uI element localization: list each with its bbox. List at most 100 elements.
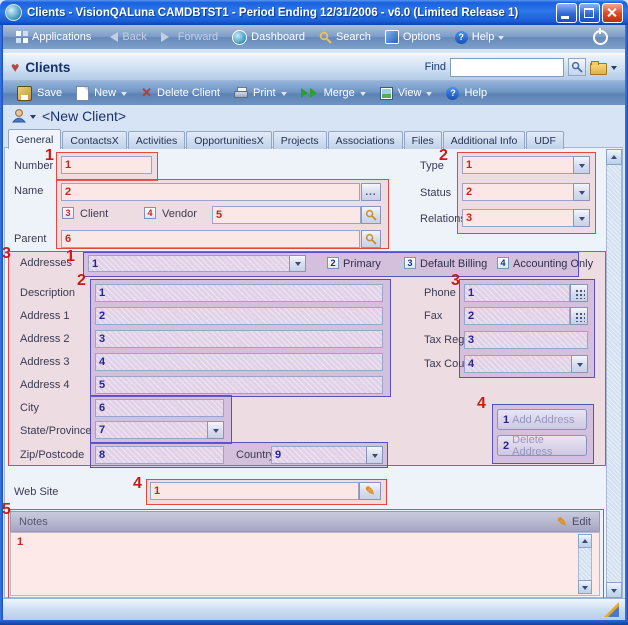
help-button[interactable]: ? Help — [440, 85, 493, 102]
type-dropdown-button[interactable] — [573, 156, 590, 174]
folder-icon[interactable] — [590, 63, 607, 75]
delete-address-button[interactable]: 2 Delete Address — [497, 435, 587, 456]
tab-files[interactable]: Files — [404, 131, 442, 149]
maximize-button[interactable] — [579, 3, 600, 23]
relationship-dropdown[interactable]: 3 — [462, 209, 590, 227]
address2-label: Address 2 — [20, 333, 70, 345]
zip-field[interactable]: 8 — [95, 446, 224, 464]
status-dropdown[interactable]: 2 — [462, 183, 590, 201]
fax-field[interactable]: 2 — [464, 307, 570, 325]
resize-grip-icon[interactable] — [604, 602, 619, 617]
add-address-button[interactable]: 1 Add Address — [497, 409, 587, 430]
search-icon — [319, 31, 332, 44]
view-button[interactable]: View — [374, 85, 439, 102]
app-icon — [5, 4, 22, 21]
name-field[interactable]: 2 — [61, 183, 360, 201]
close-button[interactable] — [602, 3, 623, 23]
parent-lookup-button[interactable] — [361, 230, 381, 248]
client-checkbox[interactable]: 3 — [62, 207, 74, 219]
save-icon — [17, 86, 32, 101]
save-button[interactable]: Save — [11, 84, 68, 103]
main-scroll-up-button[interactable] — [606, 149, 622, 165]
address1-label: Address 1 — [20, 310, 70, 322]
chevron-down-icon — [360, 92, 366, 99]
website-field[interactable]: 1 — [150, 482, 359, 500]
menu-power[interactable] — [586, 28, 619, 47]
pencil-icon: ✎ — [365, 486, 375, 496]
menu-help[interactable]: ? Help — [448, 29, 512, 46]
tab-associations[interactable]: Associations — [328, 131, 403, 149]
browse-ellipsis-button[interactable]: ... — [361, 183, 381, 201]
find-input[interactable] — [450, 58, 564, 77]
accounting-only-checkbox[interactable]: 4 — [497, 257, 509, 269]
tab-udf[interactable]: UDF — [526, 131, 564, 149]
relationship-dropdown-button[interactable] — [573, 209, 590, 227]
record-dropdown-icon[interactable] — [30, 115, 36, 122]
address2-field[interactable]: 3 — [95, 330, 383, 348]
default-billing-checkbox[interactable]: 3 — [404, 257, 416, 269]
tab-opportunitiesx[interactable]: OpportunitiesX — [186, 131, 271, 149]
address1-field[interactable]: 2 — [95, 307, 383, 325]
notes-scroll-down-button[interactable] — [578, 580, 592, 594]
tab-additional-info[interactable]: Additional Info — [443, 131, 526, 149]
record-title: <New Client> — [42, 108, 126, 124]
phone-dialer-button[interactable] — [570, 284, 588, 302]
tab-projects[interactable]: Projects — [273, 131, 327, 149]
menu-options[interactable]: Options — [378, 28, 448, 46]
phone-field[interactable]: 1 — [464, 284, 570, 302]
description-field[interactable]: 1 — [95, 284, 383, 302]
chevron-down-icon — [213, 429, 219, 436]
notes-edit-button[interactable]: ✎ Edit — [557, 516, 591, 528]
status-dropdown-button[interactable] — [573, 183, 590, 201]
taxreg-field[interactable]: 3 — [464, 331, 588, 349]
address-selector-dropdown-button[interactable] — [289, 255, 306, 272]
name-label: Name — [14, 185, 43, 197]
client-search-field[interactable]: 5 — [212, 206, 361, 224]
lookup-button[interactable] — [361, 206, 381, 224]
address4-field[interactable]: 5 — [95, 376, 383, 394]
fax-dialer-button[interactable] — [570, 307, 588, 325]
number-field[interactable]: 1 — [61, 156, 152, 174]
toolbar: Save New ✕ Delete Client Print Merge Vie… — [3, 81, 625, 105]
taxcountry-dropdown[interactable]: 4 — [464, 355, 588, 373]
tab-activities[interactable]: Activities — [128, 131, 185, 149]
print-button[interactable]: Print — [228, 85, 293, 101]
merge-button[interactable]: Merge — [295, 85, 372, 101]
state-dropdown[interactable]: 7 — [95, 421, 224, 439]
menu-search[interactable]: Search — [312, 29, 378, 46]
primary-checkbox[interactable]: 2 — [327, 257, 339, 269]
tab-contactsx[interactable]: ContactsX — [62, 131, 126, 149]
parent-field[interactable]: 6 — [61, 230, 360, 248]
main-scrollbar[interactable] — [606, 149, 622, 598]
vendor-checkbox[interactable]: 4 — [144, 207, 156, 219]
taxcountry-dropdown-button[interactable] — [571, 355, 588, 373]
address3-field[interactable]: 4 — [95, 353, 383, 371]
default-billing-label: Default Billing — [420, 258, 487, 270]
menu-applications[interactable]: Applications — [9, 29, 98, 45]
address-selector-dropdown[interactable]: 1 — [88, 255, 306, 272]
city-field[interactable]: 6 — [95, 399, 224, 417]
new-button[interactable]: New — [70, 84, 133, 103]
website-edit-button[interactable]: ✎ — [359, 482, 381, 500]
find-search-button[interactable] — [568, 58, 586, 76]
notes-textarea[interactable]: 1 — [10, 532, 600, 596]
state-dropdown-button[interactable] — [207, 421, 224, 439]
annotation-marker-addr-1: 1 — [66, 250, 75, 264]
minimize-button[interactable] — [556, 3, 577, 23]
menu-dashboard[interactable]: Dashboard — [225, 28, 312, 47]
country-dropdown-button[interactable] — [366, 446, 383, 464]
client-label: Client — [80, 208, 108, 220]
chevron-down-icon[interactable] — [611, 66, 617, 73]
options-icon — [385, 30, 399, 44]
type-dropdown[interactable]: 1 — [462, 156, 590, 174]
notes-scroll-up-button[interactable] — [578, 534, 592, 548]
tab-general[interactable]: General — [8, 129, 61, 149]
dashboard-icon — [232, 30, 247, 45]
address4-label: Address 4 — [20, 379, 70, 391]
power-icon — [593, 30, 608, 45]
main-scroll-down-button[interactable] — [606, 582, 622, 598]
back-icon — [105, 32, 118, 42]
help-icon: ? — [455, 31, 468, 44]
delete-client-button[interactable]: ✕ Delete Client — [135, 85, 226, 101]
chevron-down-icon — [579, 164, 585, 171]
